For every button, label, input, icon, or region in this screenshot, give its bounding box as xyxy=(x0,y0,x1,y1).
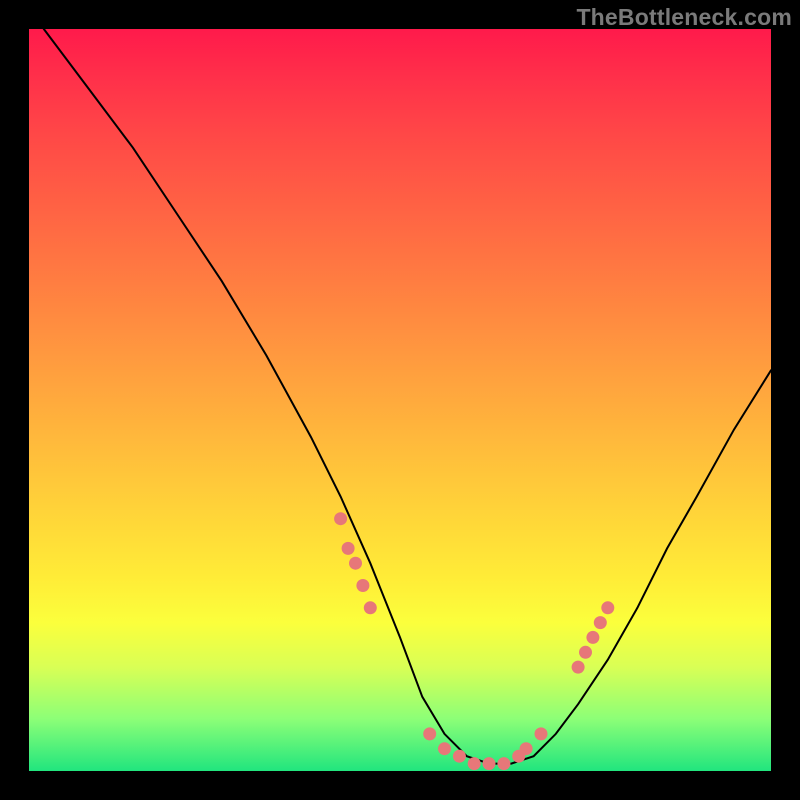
data-dot xyxy=(572,661,585,674)
data-dot xyxy=(468,757,481,770)
data-dot xyxy=(349,557,362,570)
plot-area xyxy=(29,29,771,771)
data-dot xyxy=(356,579,369,592)
data-dot xyxy=(453,750,466,763)
data-dot xyxy=(520,742,533,755)
data-dot xyxy=(342,542,355,555)
data-dot xyxy=(601,601,614,614)
data-dot xyxy=(364,601,377,614)
dot-group xyxy=(334,512,614,770)
data-dot xyxy=(497,757,510,770)
chart-frame: TheBottleneck.com xyxy=(0,0,800,800)
data-dot xyxy=(594,616,607,629)
data-dot xyxy=(586,631,599,644)
data-dot xyxy=(438,742,451,755)
bottleneck-curve xyxy=(44,29,771,764)
data-dot xyxy=(483,757,496,770)
data-dot xyxy=(423,727,436,740)
data-dot xyxy=(334,512,347,525)
curve-svg xyxy=(29,29,771,771)
watermark-text: TheBottleneck.com xyxy=(576,4,792,31)
data-dot xyxy=(579,646,592,659)
data-dot xyxy=(535,727,548,740)
